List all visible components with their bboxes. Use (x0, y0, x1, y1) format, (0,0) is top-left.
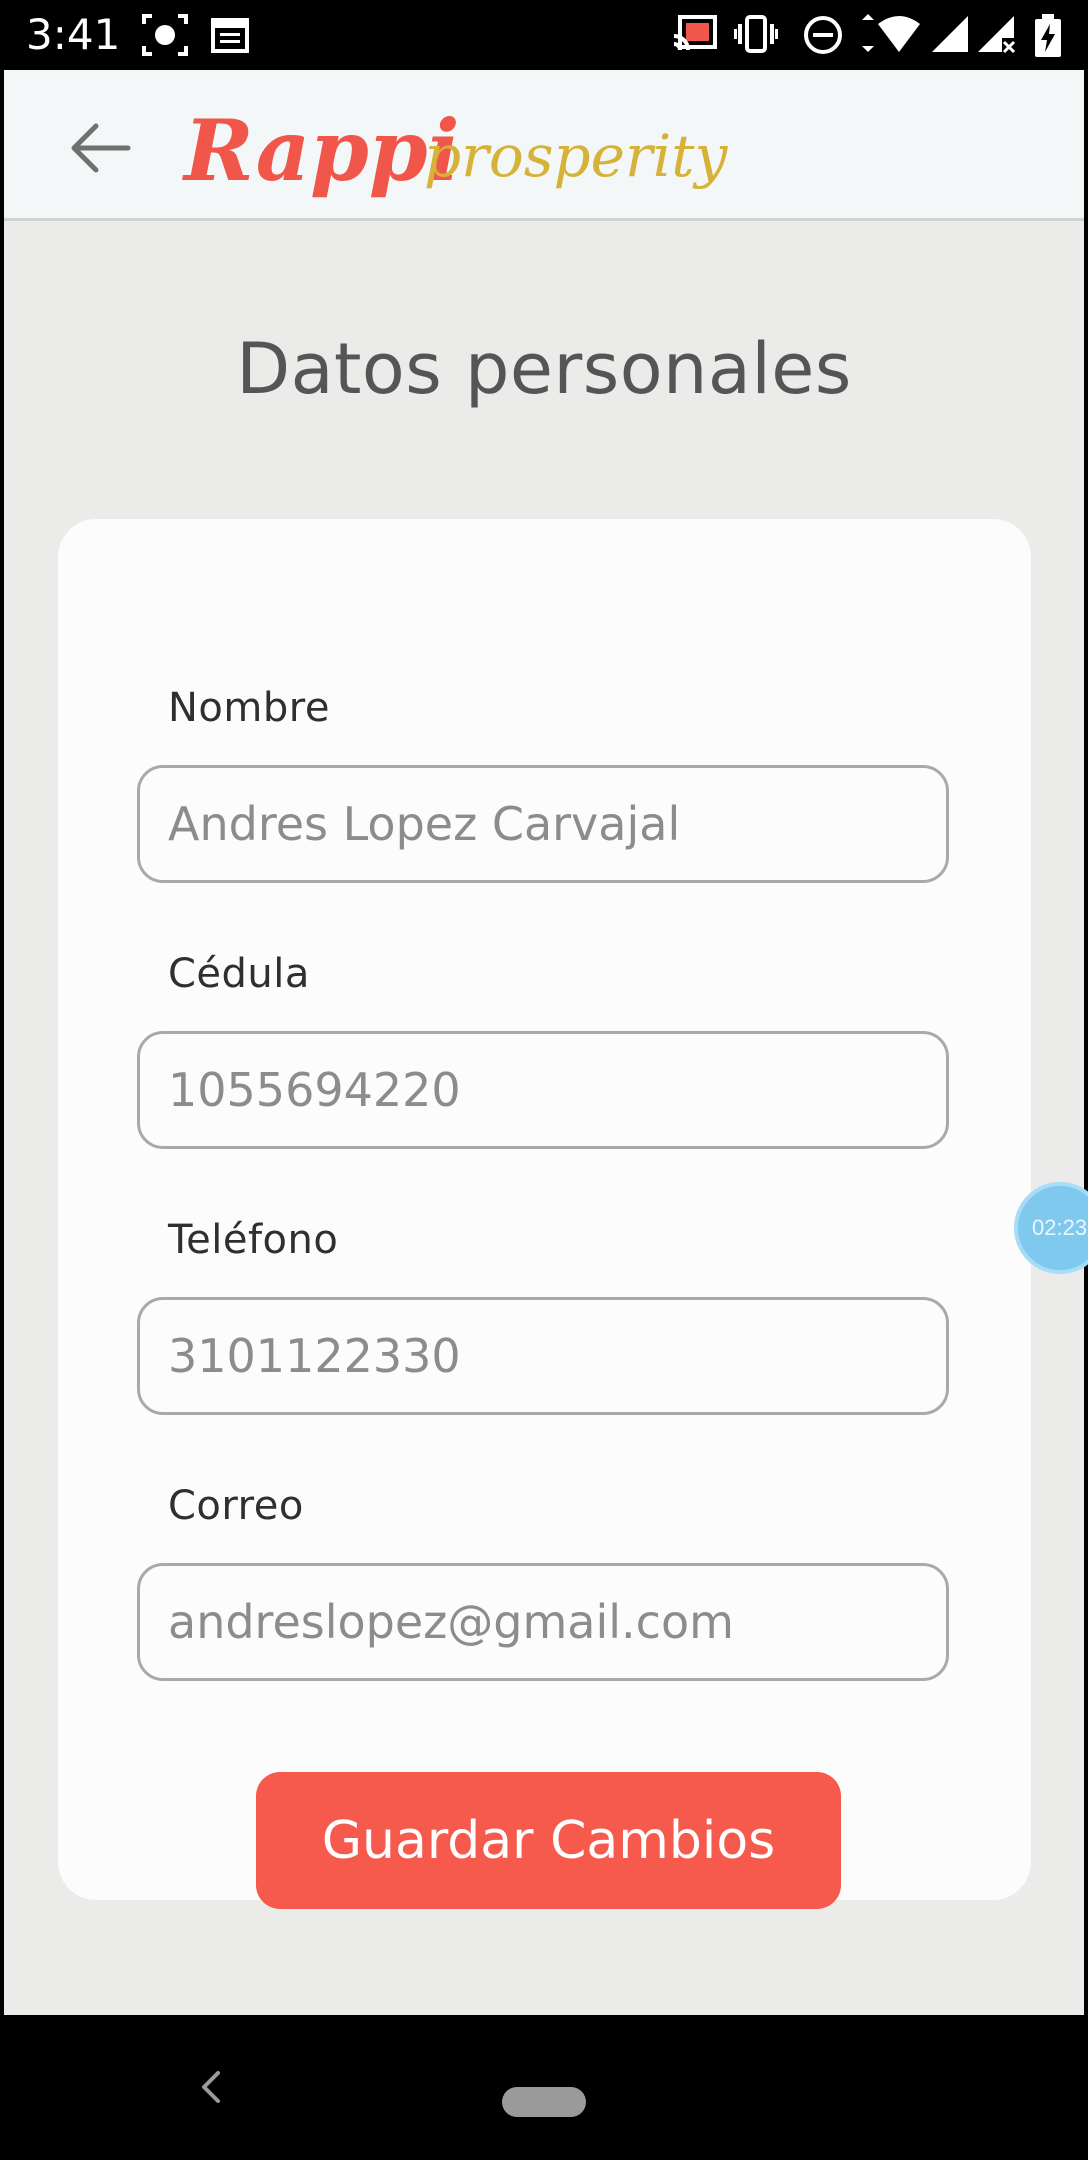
page-title: Datos personales (236, 328, 852, 410)
status-bar: 3:41 (0, 0, 1088, 70)
triangle-back-icon (202, 2071, 220, 2103)
nombre-input[interactable] (137, 765, 949, 883)
calendar-icon (211, 18, 249, 53)
navigation-bar (0, 2015, 1088, 2160)
wifi-icon (862, 14, 920, 52)
battery-charging-icon (1035, 14, 1061, 57)
nav-back-button[interactable] (196, 2067, 226, 2107)
rappi-prosperity-logo: Rappi prosperity (182, 101, 729, 198)
cast-icon (673, 15, 717, 51)
app-header: Rappi prosperity (4, 70, 1084, 221)
signal-icon (978, 16, 1016, 54)
correo-input[interactable] (137, 1563, 949, 1681)
field-label-telefono: Teléfono (168, 1217, 339, 1263)
field-label-correo: Correo (168, 1483, 304, 1529)
signal-icon (932, 16, 968, 52)
screenshot-icon (142, 14, 188, 56)
telefono-input[interactable] (137, 1297, 949, 1415)
back-button[interactable] (68, 120, 132, 176)
personal-data-card: Nombre Cédula Teléfono Correo Guardar Ca… (58, 519, 1031, 1909)
logo-primary: Rappi (182, 101, 460, 198)
field-label-cedula: Cédula (168, 951, 310, 997)
do-not-disturb-icon (804, 16, 842, 54)
arrow-left-icon (71, 123, 131, 173)
cedula-input[interactable] (137, 1031, 949, 1149)
logo-secondary: prosperity (424, 122, 729, 190)
vibrate-icon (734, 15, 778, 53)
field-label-nombre: Nombre (168, 685, 330, 731)
status-time: 3:41 (26, 10, 121, 59)
app-screen: Rappi prosperity Datos personales Nombre… (4, 70, 1088, 2015)
home-pill-icon[interactable] (502, 2087, 586, 2117)
save-changes-button[interactable]: Guardar Cambios (256, 1772, 841, 1909)
